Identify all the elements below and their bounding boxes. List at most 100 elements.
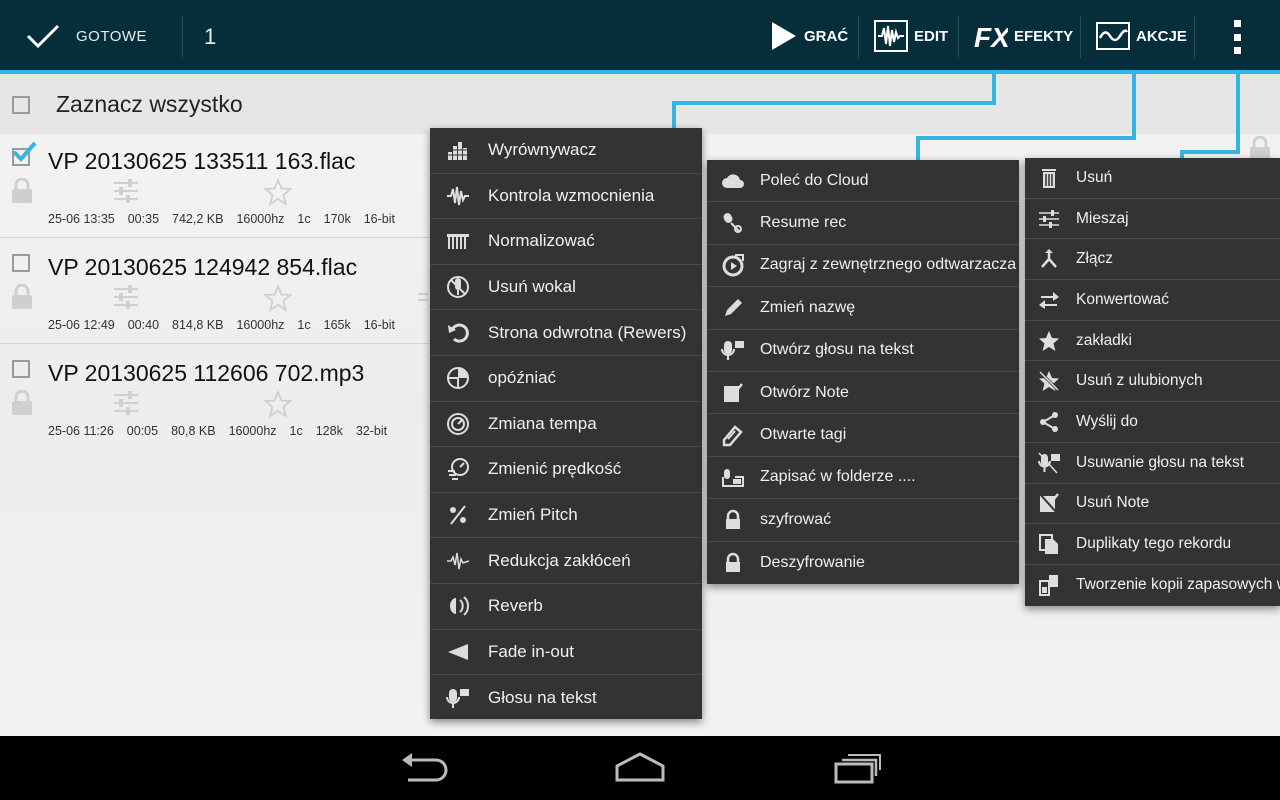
lock-icon[interactable] <box>10 178 34 204</box>
file-sample-rate: 16000hz <box>228 424 277 438</box>
menu-item-label: Tworzenie kopii zapasowych w <box>1076 576 1280 594</box>
menu-item-label: Wyślij do <box>1076 413 1138 431</box>
menu-item-reverb[interactable]: Reverb <box>430 584 702 630</box>
home-icon[interactable] <box>614 750 666 786</box>
file-bitrate: 170k <box>323 212 351 226</box>
menu-item-remove-vocal[interactable]: Usuń wokal <box>430 265 702 311</box>
lock-icon[interactable] <box>10 284 34 310</box>
row-checkbox[interactable] <box>12 254 30 272</box>
arrow-icon <box>418 293 428 301</box>
star-icon[interactable] <box>264 284 292 312</box>
menu-item-remove-favorite[interactable]: Usuń z ulubionych <box>1025 362 1280 403</box>
mixer-icon[interactable] <box>112 178 140 204</box>
list-item[interactable]: VP 20130625 124942 854.flac 25-06 12:49 0… <box>0 240 430 344</box>
menu-item-delete-note[interactable]: Usuń Note <box>1025 484 1280 525</box>
menu-item-label: szyfrować <box>760 510 832 528</box>
menu-item-merge[interactable]: Złącz <box>1025 239 1280 281</box>
menu-item-label: opóźniać <box>488 368 557 388</box>
lock-icon[interactable] <box>10 390 34 416</box>
actions-button[interactable]: AKCJE <box>1096 0 1187 72</box>
menu-item-bookmarks[interactable]: zakładki <box>1025 321 1280 362</box>
menu-item-label: Usuwanie głosu na tekst <box>1076 453 1245 471</box>
menu-item-send-to[interactable]: Wyślij do <box>1025 402 1280 443</box>
menu-item-open-speech-to-text[interactable]: Otwórz głosu na tekst <box>707 330 1019 372</box>
file-name: VP 20130625 112606 702.mp3 <box>48 360 365 386</box>
menu-item-label: Usuń wokal <box>488 277 576 297</box>
edit-label: EDIT <box>914 27 949 45</box>
menu-item-label: Zmiana tempa <box>488 413 597 433</box>
select-all-checkbox[interactable] <box>12 96 30 114</box>
normalize-icon <box>447 234 469 250</box>
menu-item-label: Zagraj z zewnętrznego odtwarzacza <box>760 256 1017 274</box>
connector-line <box>1236 74 1240 154</box>
back-icon[interactable] <box>400 750 448 786</box>
menu-item-normalize[interactable]: Normalizować <box>430 219 702 265</box>
menu-item-remove-speech-to-text[interactable]: Usuwanie głosu na tekst <box>1025 443 1280 484</box>
menu-item-tempo-change[interactable]: Zmiana tempa <box>430 402 702 448</box>
menu-item-convert[interactable]: Konwertować <box>1025 280 1280 321</box>
play-button[interactable]: GRAĆ <box>770 0 848 72</box>
menu-item-delay[interactable]: opóźniać <box>430 356 702 402</box>
list-item[interactable]: VP 20130625 133511 163.flac 25-06 13:35 0… <box>0 134 430 238</box>
menu-item-label: Duplikaty tego rekordu <box>1076 535 1232 553</box>
menu-item-equalizer[interactable]: Wyrównywacz <box>430 128 702 174</box>
menu-item-encrypt[interactable]: szyfrować <box>707 499 1019 542</box>
effects-button[interactable]: FX EFEKTY <box>974 0 1073 72</box>
file-sample-rate: 16000hz <box>236 318 285 332</box>
menu-item-open-tags[interactable]: Otwarte tagi <box>707 414 1019 457</box>
file-metadata: 25-06 13:35 00:35 742,2 KB 16000hz 1c 170k 16-… <box>48 212 408 226</box>
list-item[interactable]: VP 20130625 112606 702.mp3 25-06 11:26 00… <box>0 346 430 450</box>
menu-item-reverse[interactable]: Strona odwrotna (Rewers) <box>430 310 702 356</box>
action-bar: GOTOWE 1 GRAĆ EDIT FX EFEKTY AKCJE <box>0 0 1280 74</box>
folder-save-icon <box>722 469 744 488</box>
select-all-label: Zaznacz wszystko <box>56 91 243 117</box>
mixer-icon[interactable] <box>112 390 140 416</box>
menu-item-noise-reduction[interactable]: Redukcja zakłóceń <box>430 538 702 584</box>
effects-menu: Wyrównywacz Kontrola wzmocnienia Normali… <box>430 128 702 719</box>
menu-item-decrypt[interactable]: Deszyfrowanie <box>707 542 1019 584</box>
speed-icon <box>448 458 469 481</box>
menu-item-gain-control[interactable]: Kontrola wzmocnienia <box>430 174 702 220</box>
mixer-icon[interactable] <box>112 284 140 310</box>
play-icon <box>772 22 796 50</box>
menu-item-external-player[interactable]: Zagraj z zewnętrznego odtwarzacza <box>707 245 1019 288</box>
star-icon[interactable] <box>264 390 292 418</box>
menu-item-delete[interactable]: Usuń <box>1025 158 1280 199</box>
microphone-icon <box>446 688 469 708</box>
menu-item-duplicate[interactable]: Duplikaty tego rekordu <box>1025 524 1280 565</box>
menu-item-send-to-cloud[interactable]: Poleć do Cloud <box>707 160 1019 203</box>
select-all-row[interactable]: Zaznacz wszystko <box>0 74 1280 134</box>
menu-item-backup[interactable]: Tworzenie kopii zapasowych w <box>1025 565 1280 606</box>
divider <box>0 237 430 238</box>
share-icon <box>1040 412 1058 433</box>
menu-item-change-pitch[interactable]: Zmień Pitch <box>430 493 702 539</box>
star-icon[interactable] <box>264 178 292 206</box>
system-navigation-bar <box>0 736 1280 800</box>
tag-icon <box>722 425 743 447</box>
file-size: 80,8 KB <box>171 424 216 438</box>
menu-item-speech-to-text[interactable]: Głosu na tekst <box>430 675 702 721</box>
overflow-menu-button[interactable] <box>1220 18 1254 56</box>
recent-apps-icon[interactable] <box>832 750 882 786</box>
checkmark-icon <box>26 24 60 49</box>
star-icon <box>1039 330 1059 351</box>
menu-item-label: Otwórz głosu na tekst <box>760 341 914 359</box>
row-checkbox[interactable] <box>12 360 30 378</box>
row-checkbox[interactable] <box>12 141 37 166</box>
file-size: 742,2 KB <box>172 212 224 226</box>
menu-item-label: Otwarte tagi <box>760 426 847 444</box>
menu-item-fade[interactable]: Fade in-out <box>430 630 702 676</box>
trash-icon <box>1042 168 1056 188</box>
edit-button[interactable]: EDIT <box>874 0 948 72</box>
menu-item-resume-rec[interactable]: Resume rec <box>707 202 1019 245</box>
menu-item-save-to-folder[interactable]: Zapisać w folderze .... <box>707 457 1019 500</box>
reverb-icon <box>450 596 470 617</box>
done-button[interactable]: GOTOWE <box>0 0 182 72</box>
menu-item-open-note[interactable]: Otwórz Note <box>707 372 1019 415</box>
selected-count: 1 <box>204 24 217 49</box>
menu-item-speed-change[interactable]: Zmienić prędkość <box>430 447 702 493</box>
unlock-icon <box>726 552 740 572</box>
fx-icon: FX <box>974 22 1008 51</box>
menu-item-mix[interactable]: Mieszaj <box>1025 199 1280 240</box>
menu-item-rename[interactable]: Zmień nazwę <box>707 287 1019 330</box>
